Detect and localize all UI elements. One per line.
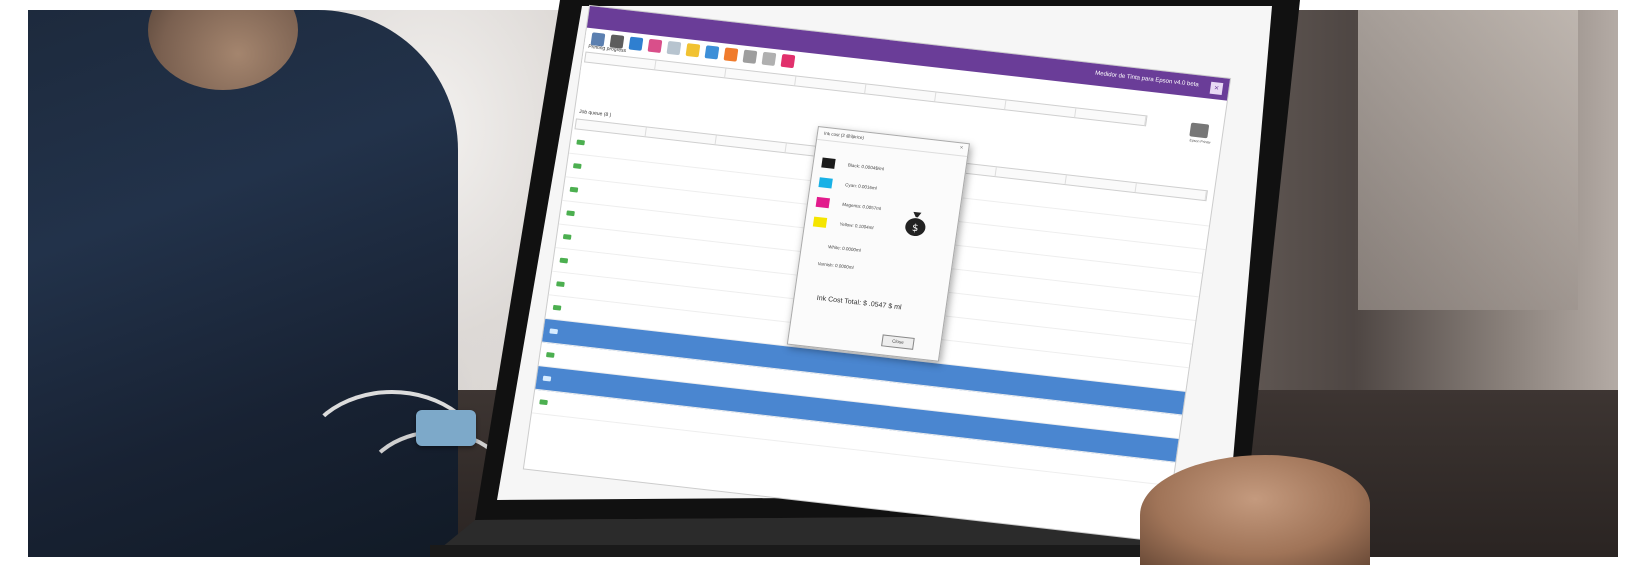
ink-label-varnish: Varnish: 0.0000ml <box>817 261 854 271</box>
money-bag-icon: $ <box>905 211 926 237</box>
file-icon <box>569 186 579 193</box>
calculator-tool-icon <box>742 49 757 64</box>
file-icon <box>562 233 572 240</box>
ink-label-cyan: Cyan: 0.0016ml <box>844 182 878 191</box>
file-icon <box>576 139 586 146</box>
file-icon <box>559 257 569 264</box>
ink-swatch-magenta <box>815 196 831 209</box>
file-icon <box>545 352 555 358</box>
window-title: Medidor de Tinta para Epson v4.0 beta <box>1094 70 1200 89</box>
printer-icon[interactable] <box>1189 122 1210 139</box>
file-icon <box>556 281 565 288</box>
instagram-tool-icon <box>780 53 795 69</box>
ink-tool-icon <box>647 38 662 53</box>
file-icon <box>539 399 548 406</box>
ink-label-white: White: 0.0000ml <box>827 244 862 253</box>
file-icon <box>572 163 582 169</box>
close-icon[interactable]: × <box>1209 81 1224 95</box>
ink-cost-total: Ink Cost Total: $ .0547 $ ml <box>816 294 902 312</box>
file-icon <box>566 210 575 217</box>
job-queue-label: Job queue (8 ) <box>578 108 612 119</box>
cartridge-tool-icon <box>685 43 700 58</box>
file-icon <box>552 304 562 311</box>
ink-swatch-yellow <box>812 216 828 228</box>
gear-tool-icon <box>723 47 738 62</box>
ink-swatch-cyan <box>818 177 833 189</box>
monitor-tool-icon <box>704 45 719 60</box>
brush-tool-icon <box>666 40 681 56</box>
ink-label-magenta: Magenta: 0.0057ml <box>842 201 882 212</box>
ink-label-yellow: Yellow: 0.1004ml <box>839 221 874 231</box>
ink-label-black: Black: 0.0004$/ml <box>847 162 885 172</box>
save-tool-icon <box>628 36 643 51</box>
file-icon <box>549 328 559 335</box>
file-icon <box>542 375 552 382</box>
close-button[interactable]: Close <box>881 334 915 350</box>
printer-label: Epson Printer <box>1189 138 1212 145</box>
globe-tool-icon <box>761 51 776 66</box>
ink-cost-dialog: Ink cost (2 @ilprice) × Black: 0.0004$/m… <box>786 126 970 362</box>
ink-swatch-black <box>821 157 836 169</box>
